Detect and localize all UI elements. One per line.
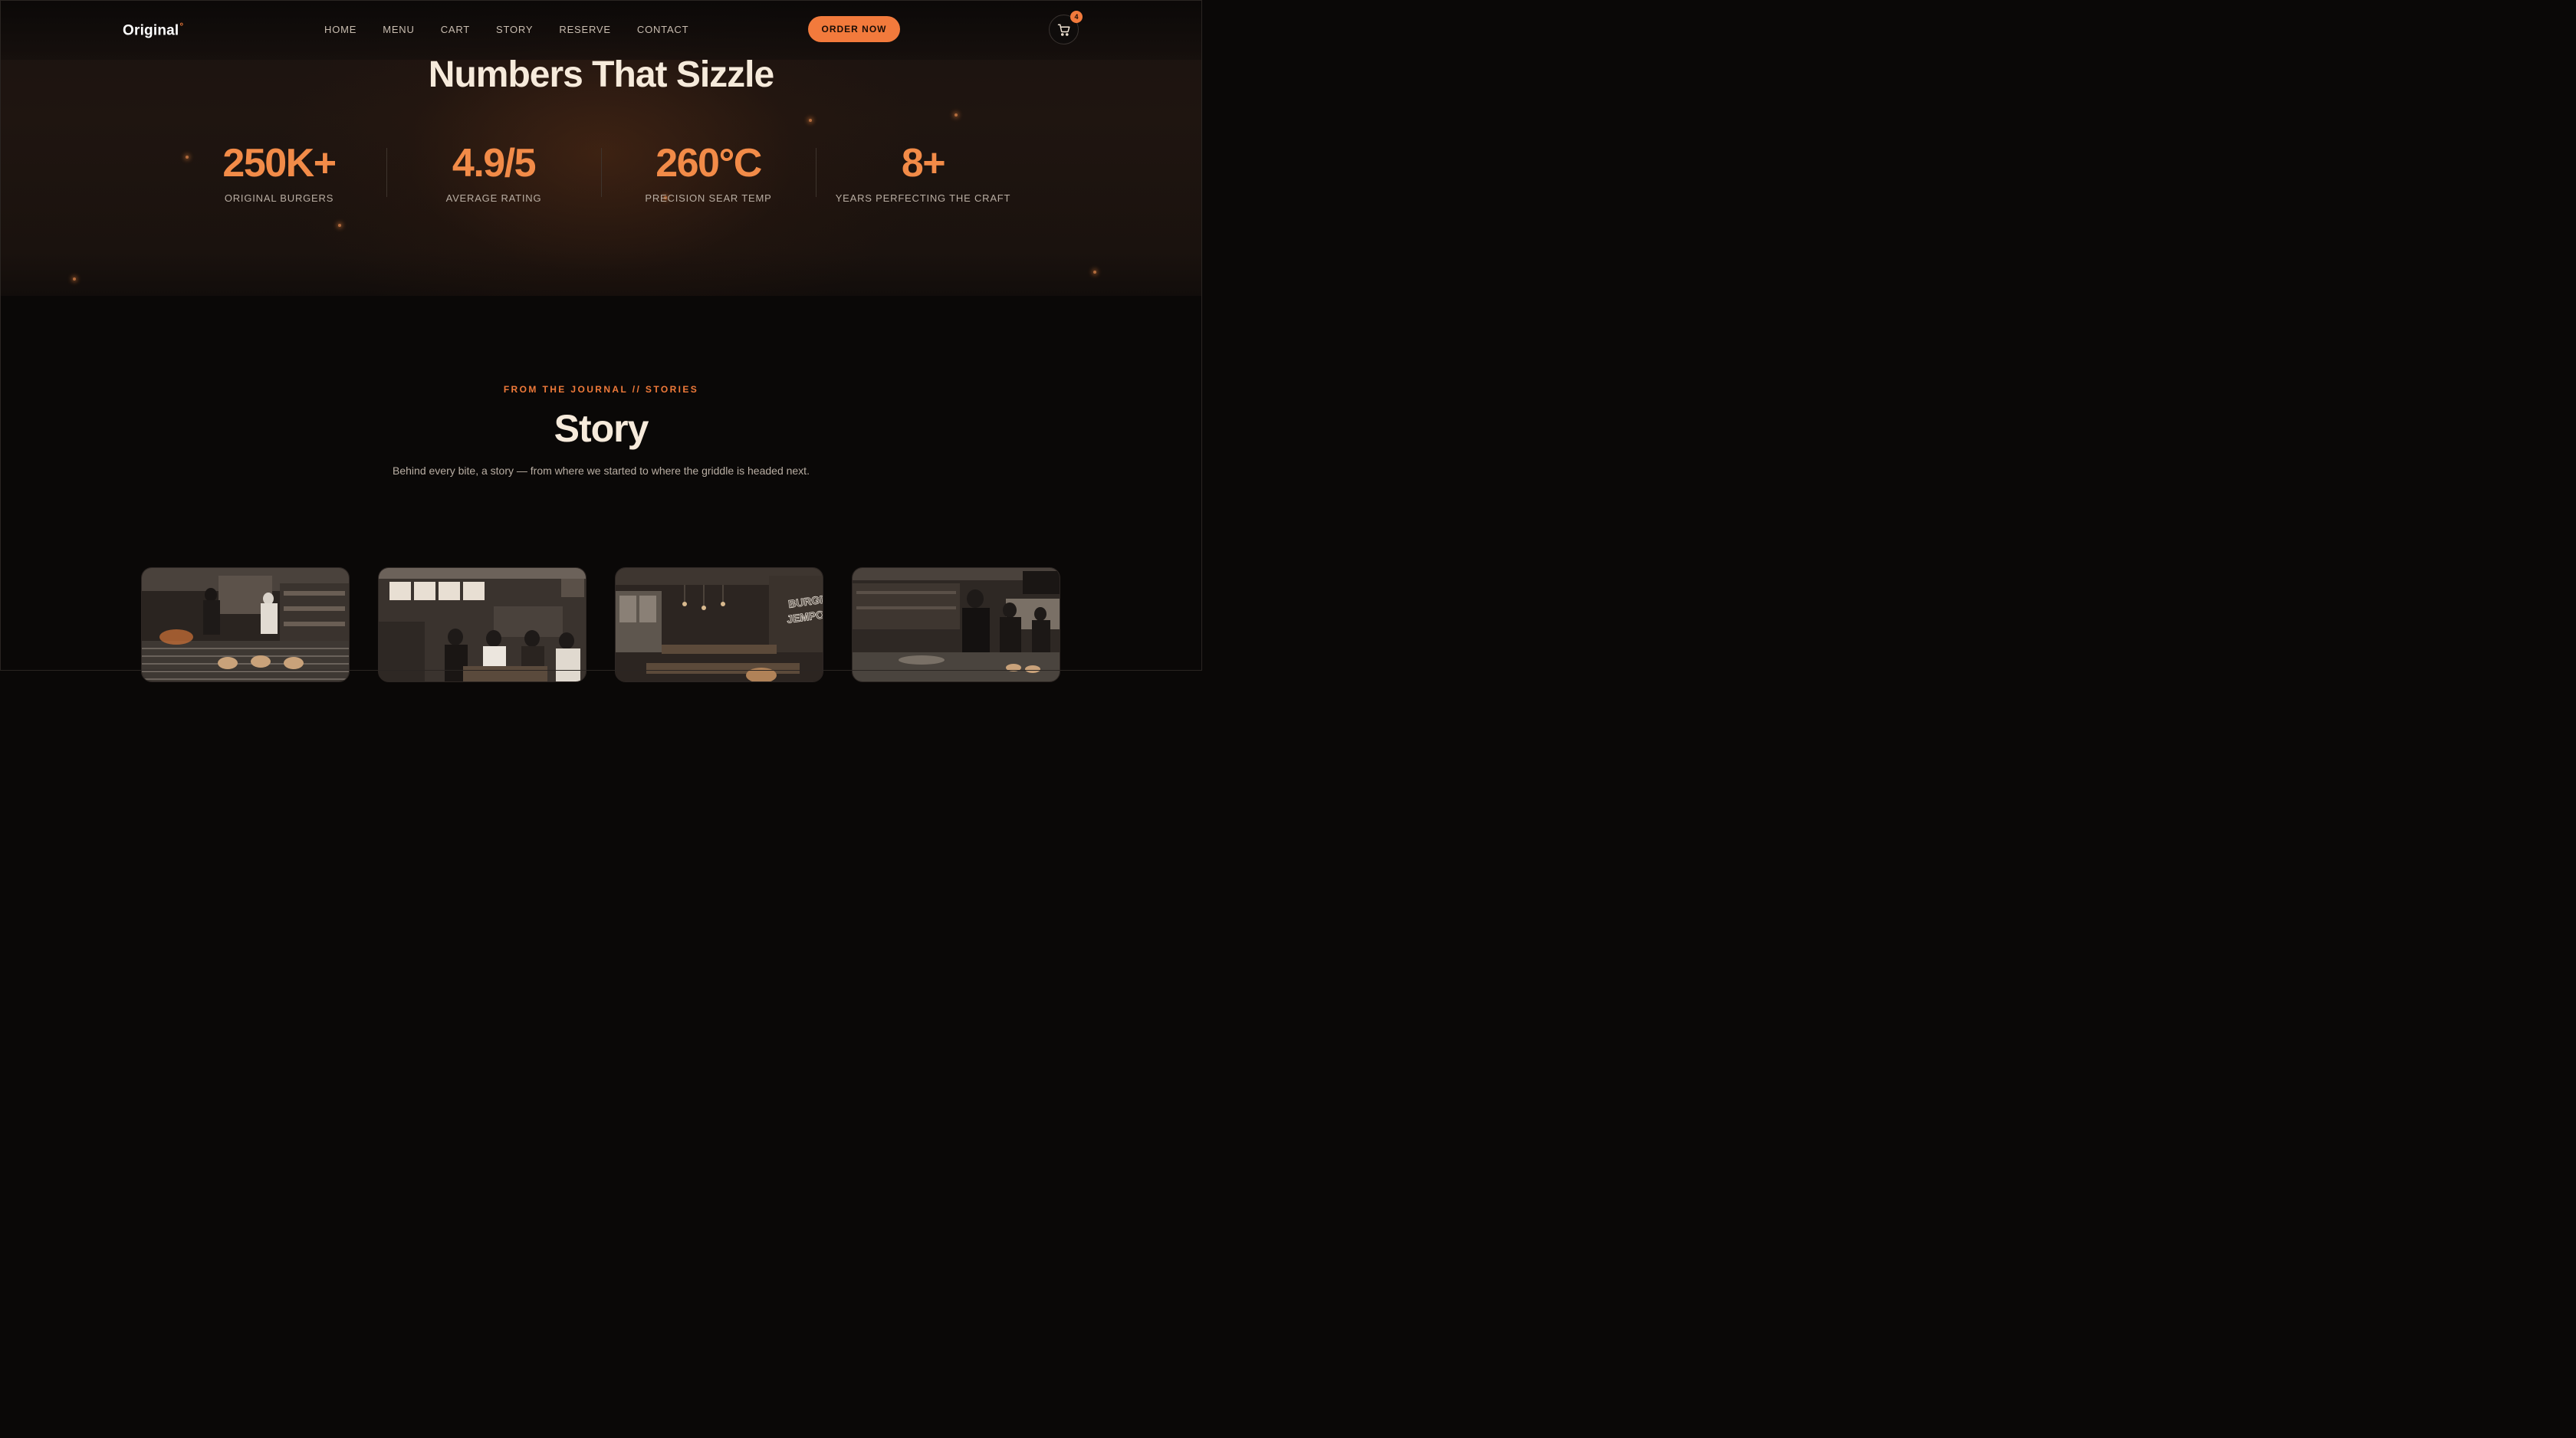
stat-label: AVERAGE RATING [445,192,542,204]
ember-particle [1093,271,1096,274]
cooks-at-griddle-photo [853,568,1060,681]
restaurant-interior-photo: BURGER JEMPOLAN [616,568,823,681]
story-card-interior[interactable]: BURGER JEMPOLAN [615,567,823,682]
top-navigation: Original° HOME MENU CART STORY RESERVE C… [0,0,1202,60]
stat-item: 250K+ ORIGINAL BURGERS [172,140,386,204]
stat-label: PRECISION SEAR TEMP [645,192,772,204]
brand-logo[interactable]: Original° [123,21,183,39]
stat-value: 4.9/5 [452,141,537,185]
cart-icon [1057,24,1070,36]
ember-particle [73,277,76,281]
stat-value: 260°C [656,141,762,185]
story-eyebrow: FROM THE JOURNAL // STORIES [503,384,699,395]
story-card-kitchen[interactable] [141,567,350,682]
stat-item: 8+ YEARS PERFECTING THE CRAFT [816,140,1030,204]
nav-link-menu[interactable]: MENU [383,24,414,35]
nav-links: HOME MENU CART STORY RESERVE CONTACT [324,24,715,35]
stat-label: YEARS PERFECTING THE CRAFT [835,192,1011,204]
ember-particle [338,224,341,227]
stat-value: 8+ [901,141,946,185]
stat-item: 260°C PRECISION SEAR TEMP [601,140,816,204]
stat-label: ORIGINAL BURGERS [224,192,334,204]
story-card-diners[interactable] [378,567,586,682]
story-heading: Story [554,407,649,450]
story-card-cooks[interactable] [852,567,1060,682]
kitchen-grill-photo [142,568,349,681]
nav-link-reserve[interactable]: RESERVE [559,24,611,35]
nav-link-home[interactable]: HOME [324,24,356,35]
nav-link-story[interactable]: STORY [496,24,533,35]
ember-particle [955,113,958,117]
diners-eating-photo [379,568,586,681]
stat-value: 250K+ [222,141,337,185]
stats-heading: Numbers That Sizzle [428,54,774,95]
order-now-button[interactable]: ORDER NOW [808,16,900,42]
story-subtitle: Behind every bite, a story — from where … [393,465,810,477]
nav-link-cart[interactable]: CART [441,24,470,35]
nav-link-contact[interactable]: CONTACT [637,24,688,35]
brand-name: Original [123,22,179,39]
cart-count-badge: 4 [1070,11,1083,23]
stat-item: 4.9/5 AVERAGE RATING [386,140,601,204]
brand-degree-mark: ° [179,21,184,31]
ember-particle [809,119,812,122]
